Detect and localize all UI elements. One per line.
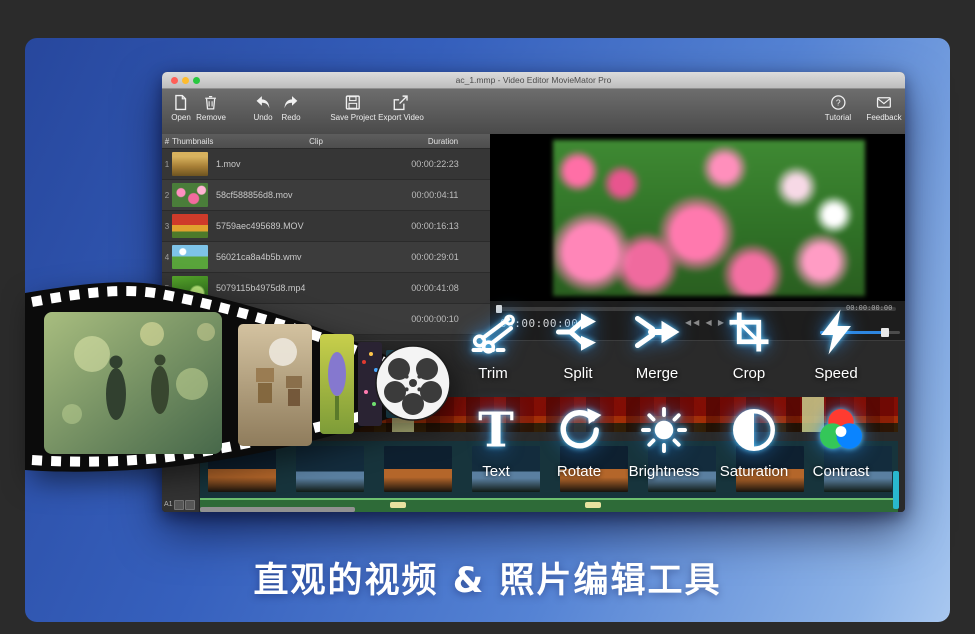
- feature-label: Text: [482, 463, 510, 480]
- redo-icon: [283, 94, 300, 111]
- feature-text: T Text: [448, 406, 544, 480]
- timeline-accent-bar[interactable]: [893, 471, 899, 509]
- feature-label: Saturation: [720, 463, 788, 480]
- envelope-icon: [875, 94, 892, 111]
- feature-label: Speed: [814, 365, 857, 382]
- media-row[interactable]: 2 58cf588856d8.mov 00:00:04:11: [162, 180, 490, 211]
- window-title: ac_1.mmp - Video Editor MovieMator Pro: [162, 75, 905, 85]
- feature-label: Contrast: [813, 463, 870, 480]
- brightness-sun-icon: [640, 406, 688, 459]
- clip-duration: 00:00:04:11: [390, 190, 480, 200]
- feature-trim: Trim: [445, 308, 541, 382]
- clip-name: 56021ca8a4b5b.wmv: [216, 252, 390, 262]
- clip-thumbnail: [172, 152, 208, 176]
- undo-label: Undo: [253, 113, 272, 122]
- row-index: 2: [162, 191, 172, 200]
- header-index: #: [162, 137, 172, 146]
- header-duration: Duration: [400, 137, 486, 146]
- feature-label: Split: [563, 365, 592, 382]
- clip-name: 1.mov: [216, 159, 390, 169]
- save-project-button[interactable]: Save Project: [330, 94, 375, 122]
- tagline-text: 直观的视频 & 照片编辑工具: [25, 552, 950, 603]
- speed-lightning-icon: [812, 308, 860, 361]
- merge-icon: [633, 308, 681, 361]
- video-preview-pane: [490, 134, 905, 300]
- feature-rotate: Rotate: [531, 406, 627, 480]
- open-label: Open: [171, 113, 191, 122]
- main-toolbar: Open Remove Undo Redo Save Project Expor…: [162, 89, 905, 135]
- tutorial-button[interactable]: ? Tutorial: [825, 94, 851, 122]
- redo-button[interactable]: Redo: [281, 94, 300, 122]
- feedback-label: Feedback: [866, 113, 901, 122]
- trash-icon: [202, 94, 219, 111]
- clip-duration: 00:00:22:23: [390, 159, 480, 169]
- row-index: 1: [162, 160, 172, 169]
- svg-text:T: T: [478, 406, 514, 454]
- filmstrip-graphic: [0, 262, 480, 497]
- media-row[interactable]: 1 1.mov 00:00:22:23: [162, 149, 490, 180]
- save-icon: [344, 94, 361, 111]
- feature-speed: Speed: [788, 308, 884, 382]
- saturation-icon: [730, 406, 778, 459]
- preview-frame-flowers: [553, 140, 865, 296]
- remove-button[interactable]: Remove: [196, 94, 226, 122]
- feature-saturation: Saturation: [706, 406, 802, 480]
- title-bar: ac_1.mmp - Video Editor MovieMator Pro: [162, 72, 905, 89]
- export-icon: [392, 94, 409, 111]
- media-row[interactable]: 3 5759aec495689.MOV 00:00:16:13: [162, 211, 490, 242]
- split-icon: [554, 308, 602, 361]
- header-thumbnails: Thumbnails: [172, 137, 232, 146]
- remove-label: Remove: [196, 113, 226, 122]
- contrast-rgb-icon: [817, 406, 865, 459]
- header-clip: Clip: [232, 137, 400, 146]
- timeline-horizontal-scrollbar[interactable]: [200, 507, 355, 512]
- feature-brightness: Brightness: [616, 406, 712, 480]
- clip-duration: 00:00:29:01: [390, 252, 480, 262]
- feature-contrast: Contrast: [793, 406, 889, 480]
- row-index: 4: [162, 253, 172, 262]
- film-reel-icon: [376, 346, 450, 420]
- undo-button[interactable]: Undo: [253, 94, 272, 122]
- track-lock-button[interactable]: [174, 500, 184, 510]
- tutorial-label: Tutorial: [825, 113, 851, 122]
- clip-name: 5759aec495689.MOV: [216, 221, 390, 231]
- row-index: 3: [162, 222, 172, 231]
- audio-marker: [390, 502, 406, 508]
- filmstrip-photo-garden: [44, 312, 222, 454]
- help-icon: ?: [829, 94, 846, 111]
- filmstrip-photo-flowers: [320, 334, 354, 434]
- clip-thumbnail: [172, 183, 208, 207]
- feature-label: Rotate: [557, 463, 601, 480]
- svg-text:?: ?: [836, 98, 841, 108]
- feature-label: Merge: [636, 365, 679, 382]
- feature-merge: Merge: [609, 308, 705, 382]
- feature-label: Crop: [733, 365, 766, 382]
- redo-label: Redo: [281, 113, 300, 122]
- media-list-header: # Thumbnails Clip Duration: [162, 134, 490, 149]
- audio-marker: [585, 502, 601, 508]
- clip-duration: 00:00:16:13: [390, 221, 480, 231]
- feedback-button[interactable]: Feedback: [866, 94, 901, 122]
- track-a1-label: A1: [164, 501, 173, 508]
- rotate-icon: [555, 406, 603, 459]
- filmstrip-photo-robots: [238, 324, 312, 446]
- save-project-label: Save Project: [330, 113, 375, 122]
- clip-name: 58cf588856d8.mov: [216, 190, 390, 200]
- feature-label: Brightness: [629, 463, 700, 480]
- clip-thumbnail: [172, 214, 208, 238]
- feature-label: Trim: [478, 365, 507, 382]
- promo-stage: ac_1.mmp - Video Editor MovieMator Pro O…: [0, 0, 975, 634]
- track-solo-button[interactable]: [185, 500, 195, 510]
- open-file-icon: [172, 94, 189, 111]
- trim-scissors-icon: [469, 308, 517, 361]
- undo-icon: [255, 94, 272, 111]
- export-video-label: Export Video: [378, 113, 424, 122]
- open-button[interactable]: Open: [171, 94, 191, 122]
- export-video-button[interactable]: Export Video: [378, 94, 424, 122]
- text-icon: T: [472, 406, 520, 459]
- feature-crop: Crop: [701, 308, 797, 382]
- crop-icon: [725, 308, 773, 361]
